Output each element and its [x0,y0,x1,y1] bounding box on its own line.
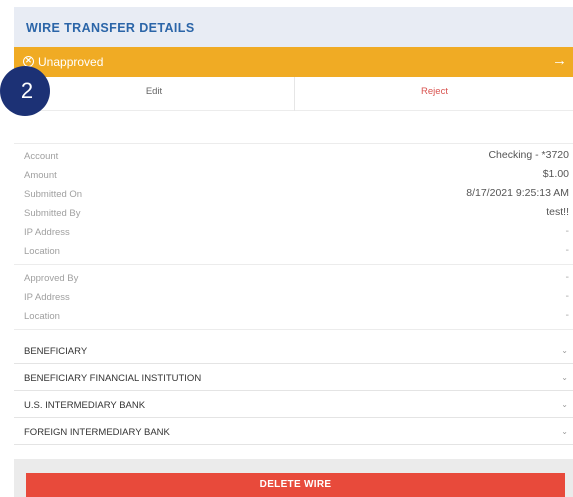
section-beneficiary[interactable]: BENEFICIARY ⌄ [14,337,573,364]
edit-button[interactable]: Edit [14,77,295,111]
panel-header: WIRE TRANSFER DETAILS [14,7,573,47]
divider [14,264,573,265]
page-title: WIRE TRANSFER DETAILS [26,21,195,35]
detail-row-submitted-by: Submitted By test!! [14,205,573,224]
approval-row-approved-by: Approved By - [14,270,573,289]
approval-value: - [565,271,570,283]
detail-row-submitted-on: Submitted On 8/17/2021 9:25:13 AM [14,186,573,205]
footer: DELETE WIRE [14,459,573,497]
detail-value: 8/17/2021 9:25:13 AM [466,187,569,199]
approval-row-ip-address: IP Address - [14,289,573,308]
divider [14,143,573,144]
chevron-down-icon: ⌄ [561,346,568,355]
detail-label: Submitted On [24,189,83,200]
section-title: U.S. INTERMEDIARY BANK [24,400,146,411]
section-beneficiary-financial-institution[interactable]: BENEFICIARY FINANCIAL INSTITUTION ⌄ [14,364,573,391]
approval-value: - [565,290,570,302]
detail-label: Account [24,151,59,162]
chevron-down-icon: ⌄ [561,373,568,382]
detail-value: Checking - *3720 [488,149,569,161]
detail-label: Submitted By [24,208,81,219]
approval-label: IP Address [24,292,70,303]
detail-label: Location [24,246,60,257]
approval-label: Location [24,311,60,322]
arrow-right-icon[interactable]: → [552,52,567,69]
section-us-intermediary-bank[interactable]: U.S. INTERMEDIARY BANK ⌄ [14,391,573,418]
chevron-down-icon: ⌄ [561,427,568,436]
detail-row-amount: Amount $1.00 [14,167,573,186]
reject-button[interactable]: Reject [296,77,573,111]
status-label: Unapproved [38,55,104,69]
approval-row-location: Location - [14,308,573,327]
section-title: FOREIGN INTERMEDIARY BANK [24,427,170,438]
action-bar: Edit Reject [14,77,573,111]
detail-value: - [565,244,570,256]
approval-label: Approved By [24,273,79,284]
section-foreign-intermediary-bank[interactable]: FOREIGN INTERMEDIARY BANK ⌄ [14,418,573,445]
detail-row-location: Location - [14,243,573,262]
chevron-down-icon: ⌄ [561,400,568,409]
detail-value: - [565,225,570,237]
delete-wire-button[interactable]: DELETE WIRE [26,473,565,497]
wire-transfer-panel: WIRE TRANSFER DETAILS ✕ Unapproved → Edi… [14,0,573,497]
detail-label: IP Address [24,227,70,238]
detail-label: Amount [24,170,57,181]
detail-row-account: Account Checking - *3720 [14,148,573,167]
detail-row-ip-address: IP Address - [14,224,573,243]
section-title: BENEFICIARY FINANCIAL INSTITUTION [24,373,202,384]
status-bar[interactable]: ✕ Unapproved → [14,47,573,77]
detail-value: $1.00 [542,168,569,180]
divider [14,329,573,330]
approval-value: - [565,309,570,321]
step-badge: 2 [0,66,50,116]
section-title: BENEFICIARY [24,346,88,357]
detail-value: test!! [546,206,569,218]
